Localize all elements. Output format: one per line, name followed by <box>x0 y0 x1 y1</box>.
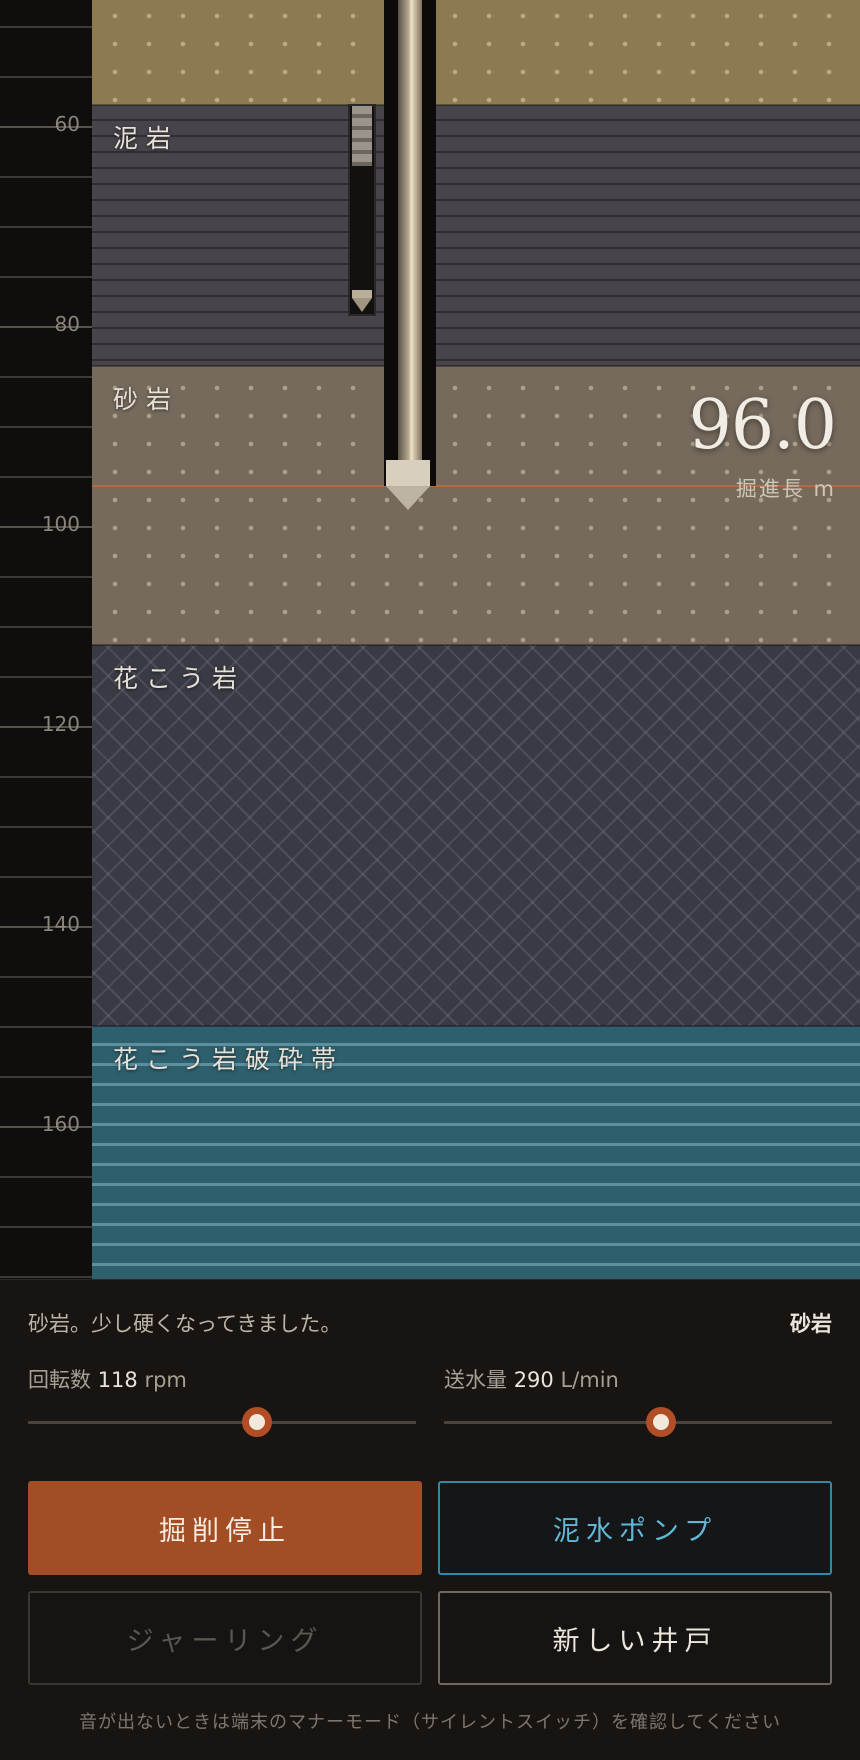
ruler-label: 80 <box>54 312 80 336</box>
flow-slider-thumb[interactable] <box>646 1407 677 1437</box>
flow-value: 290 <box>513 1368 554 1392</box>
ruler-minor-tick <box>0 826 92 828</box>
gauge-pipe-segments <box>352 106 372 166</box>
drill-gauge-icon <box>348 104 376 316</box>
new-well-button[interactable]: 新しい井戸 <box>438 1591 832 1685</box>
ruler-minor-tick <box>0 176 92 178</box>
flow-label: 送水量 290 L/min <box>444 1364 619 1394</box>
rpm-label-text: 回転数 <box>28 1368 91 1392</box>
layer-boundary <box>92 644 860 646</box>
layer-boundary <box>92 104 860 106</box>
ruler-minor-tick <box>0 276 92 278</box>
ruler-minor-tick <box>0 626 92 628</box>
depth-ruler: 60 80 100 120 140 160 <box>0 0 92 1279</box>
ruler-label: 160 <box>41 1112 80 1136</box>
ruler-minor-tick <box>0 226 92 228</box>
layer-mudstone: 泥岩 <box>92 105 860 366</box>
ruler-minor-tick <box>0 576 92 578</box>
flow-unit: L/min <box>560 1368 619 1392</box>
drill-bit-tip <box>386 486 430 510</box>
ruler-minor-tick <box>0 26 92 28</box>
control-panel: 砂岩。少し硬くなってきました。 砂岩 回転数 118 rpm 送水量 290 L… <box>0 1279 860 1760</box>
strata-view: 泥岩 砂岩 花こう岩 花こう岩破砕帯 96.0 掘進長 m <box>92 0 860 1279</box>
rpm-unit: rpm <box>144 1368 187 1392</box>
ruler-minor-tick <box>0 1076 92 1078</box>
ruler-minor-tick <box>0 1026 92 1028</box>
rpm-value: 118 <box>97 1368 138 1392</box>
ruler-minor-tick <box>0 1226 92 1228</box>
status-message: 砂岩。少し硬くなってきました。 <box>28 1312 342 1336</box>
rpm-slider[interactable] <box>28 1407 416 1437</box>
ruler-minor-tick <box>0 426 92 428</box>
layer-granite-fracture-zone: 花こう岩破砕帯 <box>92 1026 860 1279</box>
ruler-minor-tick <box>0 976 92 978</box>
layer-name-mudstone: 泥岩 <box>113 124 180 153</box>
layer-granite: 花こう岩 <box>92 645 860 1026</box>
layer-name-fracture-zone: 花こう岩破砕帯 <box>113 1045 345 1074</box>
ruler-minor-tick <box>0 476 92 478</box>
sound-hint: 音が出ないときは端末のマナーモード（サイレントスイッチ）を確認してください <box>79 1712 781 1733</box>
ruler-minor-tick <box>0 1176 92 1178</box>
drill-bit-icon <box>386 460 430 486</box>
ruler-minor-tick <box>0 376 92 378</box>
flow-label-text: 送水量 <box>444 1368 507 1392</box>
ruler-minor-tick <box>0 76 92 78</box>
ruler-minor-tick <box>0 676 92 678</box>
ruler-minor-tick <box>0 876 92 878</box>
gauge-bit-tip <box>352 298 372 312</box>
layer-boundary <box>92 365 860 367</box>
flow-slider[interactable] <box>444 1407 832 1437</box>
ruler-minor-tick <box>0 776 92 778</box>
ruler-label: 120 <box>41 712 80 736</box>
ruler-label: 60 <box>54 112 80 136</box>
current-layer-label: 砂岩 <box>790 1312 832 1336</box>
rpm-slider-thumb[interactable] <box>241 1407 272 1437</box>
jarring-button[interactable]: ジャーリング <box>28 1591 422 1685</box>
stop-drilling-button[interactable]: 掘削停止 <box>28 1481 422 1575</box>
depth-readout-value: 96.0 <box>688 386 837 465</box>
layer-name-granite: 花こう岩 <box>113 664 246 693</box>
layer-name-sandstone: 砂岩 <box>113 385 180 414</box>
rpm-label: 回転数 118 rpm <box>28 1364 187 1394</box>
ruler-label: 140 <box>41 912 80 936</box>
ruler-minor-tick <box>0 1276 92 1278</box>
depth-readout-caption: 掘進長 m <box>735 477 836 501</box>
layer-sand-top <box>92 0 860 105</box>
layer-boundary <box>92 1025 860 1027</box>
drill-pipe <box>398 0 422 462</box>
mud-pump-button[interactable]: 泥水ポンプ <box>438 1481 832 1575</box>
gauge-bit-body <box>352 290 372 298</box>
ruler-label: 100 <box>41 512 80 536</box>
